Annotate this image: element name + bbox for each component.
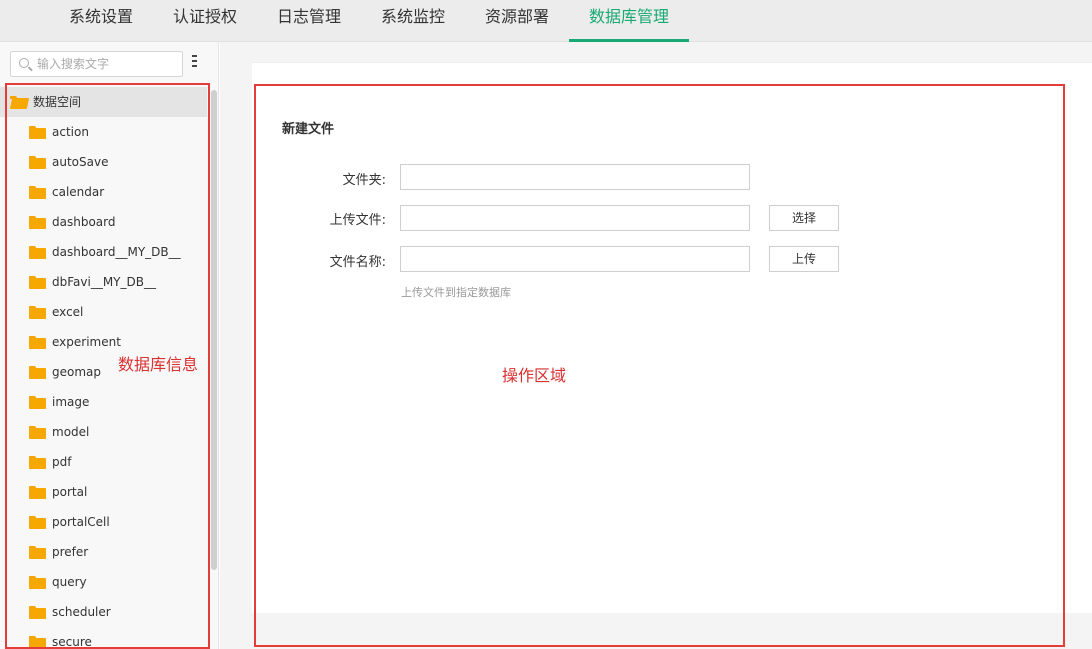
tab-log-management[interactable]: 日志管理 — [263, 0, 355, 42]
tab-auth[interactable]: 认证授权 — [159, 0, 251, 42]
annotation-box-operation-area — [254, 84, 1065, 647]
sidebar-scrollbar[interactable] — [211, 90, 217, 570]
annotation-label-operation-area: 操作区域 — [502, 366, 567, 385]
more-menu-icon[interactable] — [192, 55, 198, 69]
tab-database-management[interactable]: 数据库管理 — [569, 0, 689, 42]
search-input[interactable] — [37, 55, 177, 73]
tab-resource-deploy[interactable]: 资源部署 — [471, 0, 563, 42]
search-icon — [19, 58, 29, 68]
annotation-label-database-info: 数据库信息 — [118, 355, 199, 374]
tab-system-monitor[interactable]: 系统监控 — [367, 0, 459, 42]
search-box — [10, 51, 183, 77]
tab-system-settings[interactable]: 系统设置 — [55, 0, 147, 42]
top-tab-bar: 系统设置 认证授权 日志管理 系统监控 资源部署 数据库管理 — [0, 0, 1092, 42]
